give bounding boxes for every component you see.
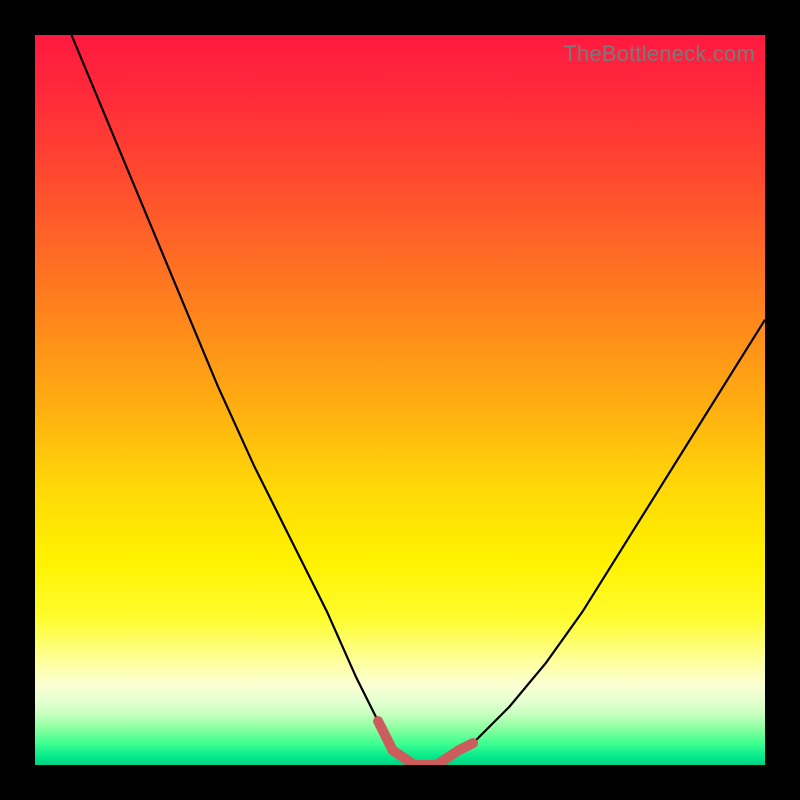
curve-highlight (378, 721, 473, 765)
plot-area: TheBottleneck.com (35, 35, 765, 765)
chart-frame: TheBottleneck.com (0, 0, 800, 800)
chart-svg (35, 35, 765, 765)
curve-main (72, 35, 766, 765)
